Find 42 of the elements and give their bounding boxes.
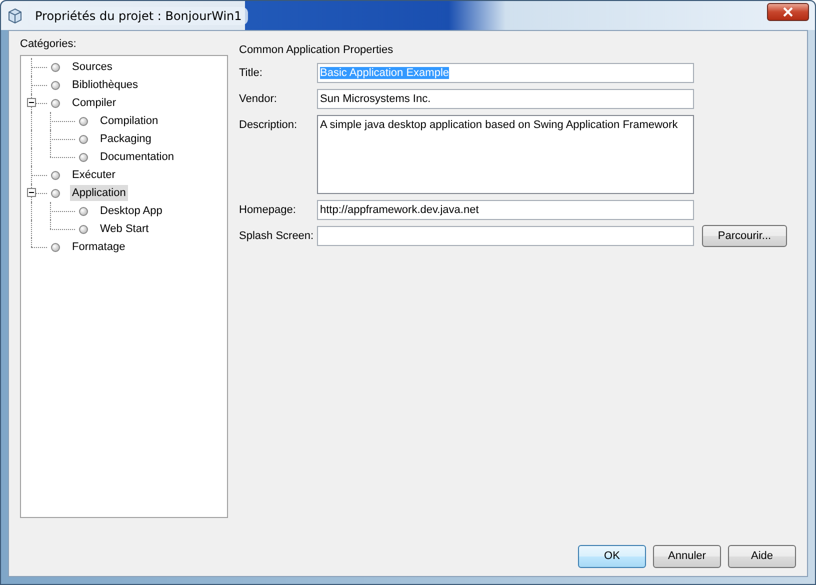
bullet-icon [51,188,60,198]
field-label: Vendor: [239,92,278,107]
bullet-icon [79,116,88,126]
dialog-button[interactable]: Aide [728,544,796,568]
tree-item[interactable]: Bibliothèques [70,77,140,93]
tree-item[interactable]: Web Start [98,221,151,237]
tree-item[interactable]: Packaging [98,131,154,147]
collapse-icon[interactable] [27,188,36,197]
bullet-icon [79,224,88,234]
bullet-icon [51,242,60,252]
field-label: Title: [239,66,264,81]
section-heading: Common Application Properties [239,43,394,58]
categories-label: Catégories: [20,37,78,52]
bullet-icon [51,62,60,72]
field-label: Homepage: [239,203,297,218]
text-area[interactable]: A simple java desktop application based on Swing Application Framework [317,115,694,194]
field-label: Description: [239,118,298,133]
tree-item[interactable]: Documentation [98,149,176,165]
collapse-icon[interactable] [27,98,36,107]
browse-button[interactable]: Parcourir... [702,225,787,247]
tree-item[interactable]: Sources [70,59,114,75]
close-icon [783,6,793,16]
dialog-button[interactable]: Annuler [653,544,721,568]
field-label: Splash Screen: [239,229,315,244]
bullet-icon [79,152,88,162]
dialog-button[interactable]: OK [578,544,646,568]
tree-item[interactable]: Application [70,185,128,201]
cube-icon [7,8,23,24]
tree-item[interactable]: Compilation [98,113,160,129]
input-field[interactable]: Sun Microsystems Inc. [317,89,694,109]
close-button[interactable] [767,2,809,20]
tree-item[interactable]: Exécuter [70,167,118,183]
input-field[interactable]: http://appframework.dev.java.net [317,200,694,220]
tree-item[interactable]: Formatage [70,239,128,255]
tree-item[interactable]: Desktop App [98,203,164,219]
bullet-icon [51,98,60,108]
bullet-icon [51,170,60,180]
bullet-icon [79,206,88,216]
tree-item[interactable]: Compiler [70,95,118,111]
input-field[interactable] [317,226,694,246]
bullet-icon [79,134,88,144]
bullet-icon [51,80,60,90]
